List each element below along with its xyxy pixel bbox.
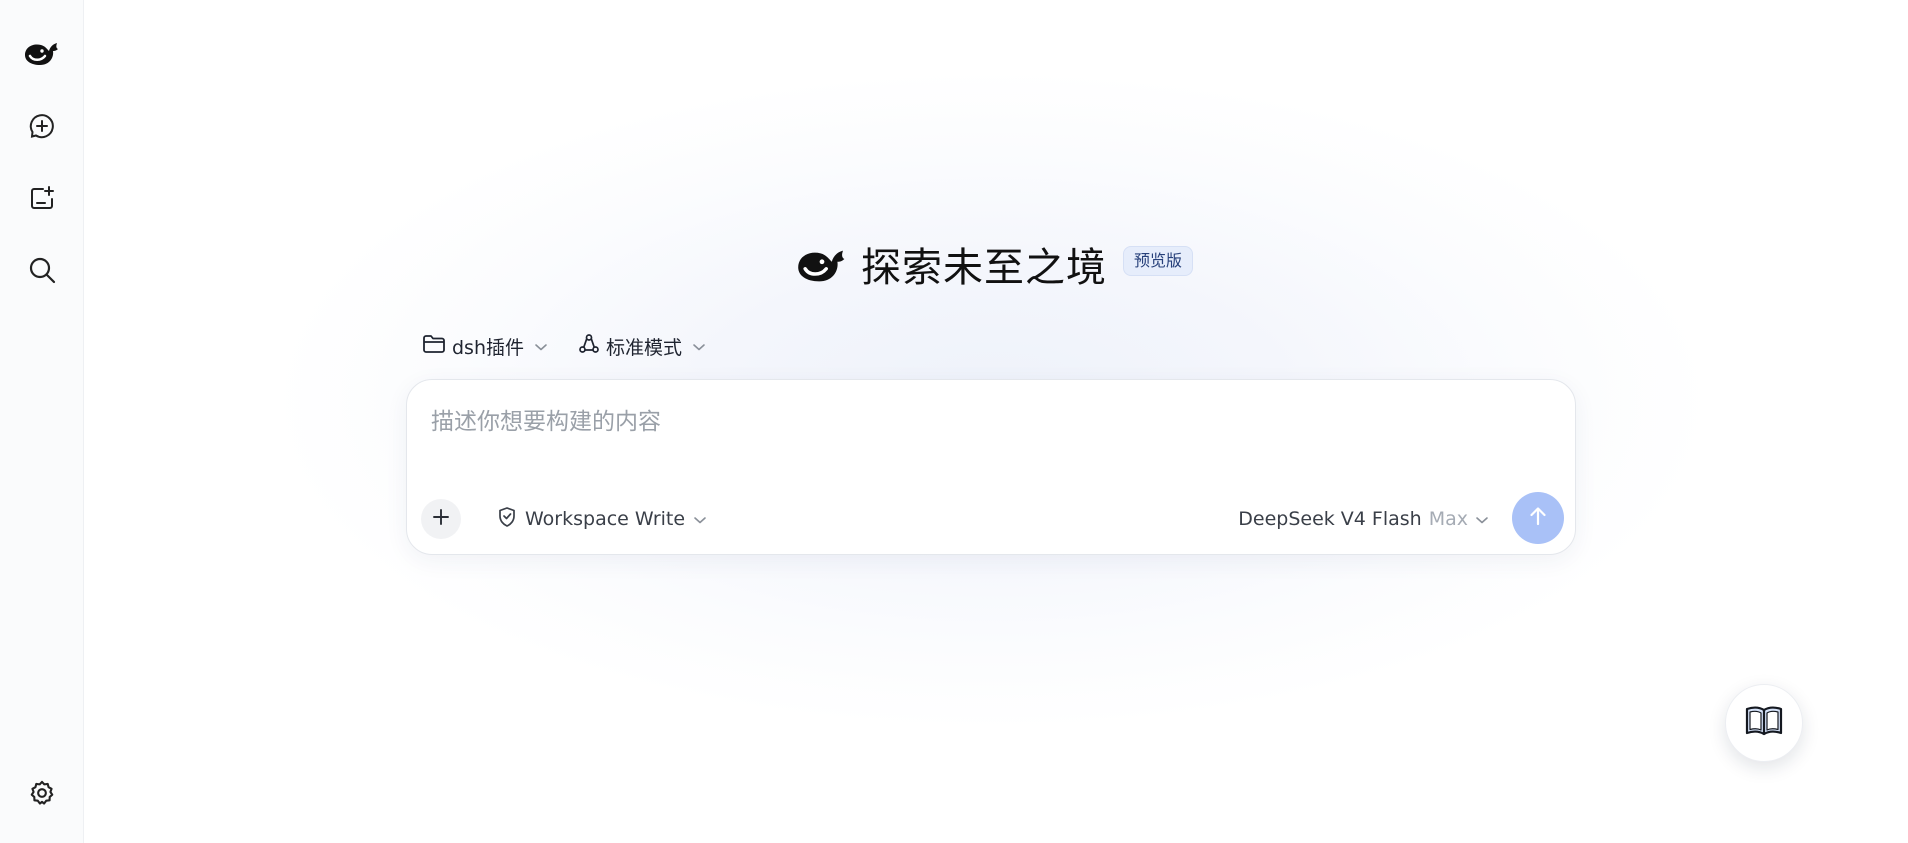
- chevron-down-icon: [693, 508, 707, 530]
- permission-label: Workspace Write: [525, 508, 686, 530]
- hero-header: 探索未至之境 预览版: [795, 236, 1194, 300]
- shield-icon: [497, 506, 517, 533]
- docs-button[interactable]: [1725, 684, 1803, 762]
- page-title: 探索未至之境: [861, 245, 1107, 291]
- prompt-input[interactable]: [429, 402, 1549, 442]
- whale-logo-icon[interactable]: [18, 30, 66, 78]
- mode-selector[interactable]: 标准模式: [578, 333, 706, 360]
- send-button[interactable]: [1512, 492, 1564, 544]
- book-icon: [1744, 704, 1784, 742]
- add-attachment-button[interactable]: [421, 499, 461, 539]
- main-area: 探索未至之境 预览版 dsh插件 标准模式 描述你想要构建的内容 Workspa…: [85, 0, 1908, 843]
- mode-label: 标准模式: [606, 336, 683, 359]
- new-chat-icon[interactable]: [18, 102, 66, 150]
- arrow-up-icon: [1526, 504, 1550, 532]
- prompt-composer: Workspace Write DeepSeek V4 Flash Max: [406, 379, 1576, 555]
- app-window: 探索未至之境 预览版 dsh插件 标准模式 描述你想要构建的内容 Workspa…: [0, 0, 1908, 843]
- mode-icon: [578, 333, 600, 360]
- chevron-down-icon: [534, 335, 548, 357]
- folder-icon: [422, 333, 446, 360]
- search-icon[interactable]: [18, 246, 66, 294]
- plus-icon: [431, 507, 451, 531]
- new-project-icon[interactable]: [18, 174, 66, 222]
- sidebar: [0, 0, 84, 843]
- composer-toolbar: dsh插件 标准模式: [422, 330, 706, 362]
- whale-logo-icon: [795, 245, 849, 291]
- chevron-down-icon: [1475, 508, 1489, 530]
- settings-icon[interactable]: [18, 769, 66, 817]
- project-label: dsh插件: [452, 336, 525, 359]
- chevron-down-icon: [692, 335, 706, 357]
- model-name: DeepSeek V4 Flash: [1238, 508, 1422, 530]
- model-level: Max: [1428, 508, 1468, 530]
- permission-selector[interactable]: Workspace Write: [497, 502, 707, 536]
- model-selector[interactable]: DeepSeek V4 Flash Max: [1238, 502, 1489, 536]
- project-selector[interactable]: dsh插件: [422, 333, 548, 360]
- preview-badge: 预览版: [1123, 246, 1194, 276]
